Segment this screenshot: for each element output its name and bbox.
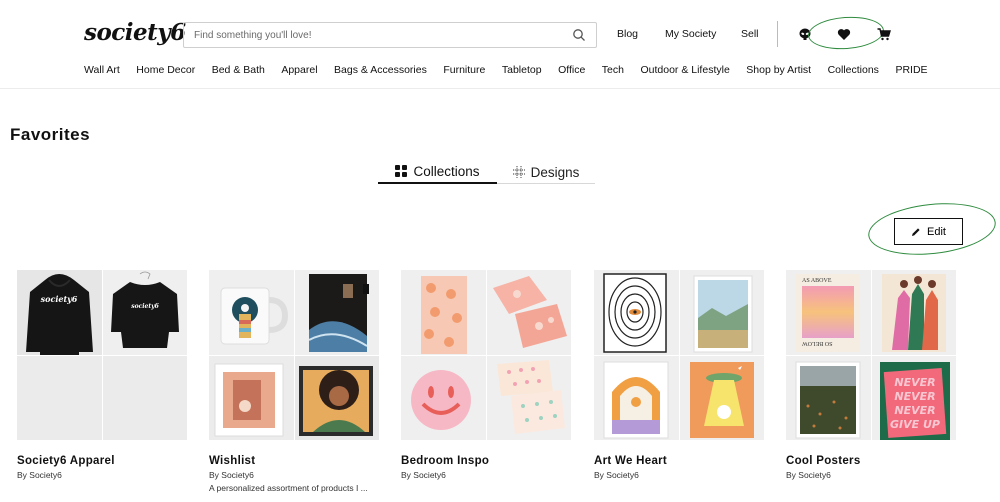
never-line-2: NEVER bbox=[894, 390, 935, 403]
sweatshirt-print: society6 bbox=[131, 303, 159, 310]
collection-author: By Society6 bbox=[209, 470, 254, 480]
header-divider bbox=[777, 21, 778, 47]
collection-thumbnail-grid[interactable] bbox=[209, 270, 380, 441]
nav-pride[interactable]: PRIDE bbox=[895, 64, 927, 76]
thumb-ufo-poster bbox=[679, 355, 765, 441]
thumb-never-give-up-poster: NEVER NEVER NEVER GIVE UP bbox=[871, 355, 957, 441]
nav-furniture[interactable]: Furniture bbox=[443, 64, 485, 76]
collection-author: By Society6 bbox=[786, 470, 831, 480]
search-input[interactable] bbox=[194, 29, 572, 41]
thumb-field-poster bbox=[786, 355, 872, 441]
search-icon[interactable] bbox=[572, 28, 586, 42]
thumb-pillows bbox=[486, 270, 572, 356]
nav-tech[interactable]: Tech bbox=[602, 64, 624, 76]
collection-thumbnail-grid[interactable] bbox=[401, 270, 572, 441]
nav-bags-accessories[interactable]: Bags & Accessories bbox=[334, 64, 427, 76]
favorites-tabs: Collections Designs bbox=[378, 160, 595, 184]
collection-card-art-we-heart[interactable]: Art We Heart By Society6 bbox=[594, 270, 765, 480]
cart-icon[interactable] bbox=[876, 26, 892, 42]
my-society-link[interactable]: My Society bbox=[665, 28, 716, 40]
thumb-mug bbox=[209, 270, 295, 356]
collection-author: By Society6 bbox=[401, 470, 446, 480]
thumb-empty-1 bbox=[17, 355, 103, 441]
poster-below-text: SO BELOW bbox=[802, 340, 833, 346]
tab-designs[interactable]: Designs bbox=[497, 160, 595, 184]
tab-designs-label: Designs bbox=[530, 164, 580, 180]
collection-thumbnail-grid[interactable]: AS ABOVE SO BELOW NEVER NEVER NEVER GIVE… bbox=[786, 270, 957, 441]
thumb-arch-print bbox=[209, 355, 295, 441]
grid-icon bbox=[395, 165, 408, 177]
nav-office[interactable]: Office bbox=[558, 64, 585, 76]
never-line-3: NEVER bbox=[894, 404, 935, 417]
thumb-pattern-pillows bbox=[486, 355, 572, 441]
hashtag-grid-icon bbox=[512, 166, 525, 178]
collection-name[interactable]: Art We Heart bbox=[594, 455, 765, 467]
collection-author: By Society6 bbox=[594, 470, 639, 480]
thumb-hoodie: society6 bbox=[17, 270, 103, 356]
collection-name[interactable]: Society6 Apparel bbox=[17, 455, 188, 467]
nav-tabletop[interactable]: Tabletop bbox=[502, 64, 542, 76]
thumb-sweatshirt: society6 bbox=[102, 270, 188, 356]
collection-card-bedroom-inspo[interactable]: Bedroom Inspo By Society6 bbox=[401, 270, 572, 480]
thumb-empty-2 bbox=[102, 355, 188, 441]
collection-name[interactable]: Wishlist bbox=[209, 455, 380, 467]
collection-thumbnail-grid[interactable] bbox=[594, 270, 765, 441]
nav-separator bbox=[0, 88, 1000, 89]
collection-card-wishlist[interactable]: Wishlist By Society6 A personalized asso… bbox=[209, 270, 380, 493]
give-up-line: GIVE UP bbox=[890, 418, 940, 431]
category-nav: Wall Art Home Decor Bed & Bath Apparel B… bbox=[84, 64, 944, 76]
thumb-eye-poster bbox=[594, 270, 680, 356]
nav-apparel[interactable]: Apparel bbox=[281, 64, 317, 76]
thumb-smiley-pillow bbox=[401, 355, 487, 441]
collection-name[interactable]: Bedroom Inspo bbox=[401, 455, 572, 467]
search-bar[interactable] bbox=[183, 22, 597, 48]
blog-link[interactable]: Blog bbox=[617, 28, 638, 40]
poster-above-text: AS ABOVE bbox=[802, 278, 832, 284]
never-line-1: NEVER bbox=[894, 376, 935, 389]
thumb-landscape-poster bbox=[679, 270, 765, 356]
collection-description: A personalized assortment of products I … bbox=[209, 483, 368, 493]
page: society6 Blog My Society Sell bbox=[0, 0, 1000, 502]
society6-logo[interactable]: society6 bbox=[84, 19, 186, 46]
thumb-space-poster bbox=[294, 270, 380, 356]
thumb-arch-illustration bbox=[594, 355, 680, 441]
page-title: Favorites bbox=[10, 125, 91, 144]
tab-collections[interactable]: Collections bbox=[378, 160, 497, 184]
thumb-duvet bbox=[401, 270, 487, 356]
collection-card-apparel[interactable]: society6 society6 Society6 Apparel By So… bbox=[17, 270, 188, 480]
nav-collections[interactable]: Collections bbox=[828, 64, 879, 76]
collection-author: By Society6 bbox=[17, 470, 62, 480]
heart-highlight-circle bbox=[806, 14, 886, 52]
collection-name[interactable]: Cool Posters bbox=[786, 455, 957, 467]
nav-shop-by-artist[interactable]: Shop by Artist bbox=[746, 64, 811, 76]
thumb-portrait-print bbox=[294, 355, 380, 441]
tab-collections-label: Collections bbox=[413, 163, 480, 179]
thumb-figures-poster bbox=[871, 270, 957, 356]
hoodie-print: society6 bbox=[41, 294, 78, 304]
collection-card-cool-posters[interactable]: AS ABOVE SO BELOW NEVER NEVER NEVER GIVE… bbox=[786, 270, 957, 480]
nav-home-decor[interactable]: Home Decor bbox=[136, 64, 195, 76]
nav-outdoor-lifestyle[interactable]: Outdoor & Lifestyle bbox=[640, 64, 729, 76]
sell-link[interactable]: Sell bbox=[741, 28, 759, 40]
nav-bed-bath[interactable]: Bed & Bath bbox=[212, 64, 265, 76]
edit-highlight-circle bbox=[865, 197, 999, 261]
collection-thumbnail-grid[interactable]: society6 society6 bbox=[17, 270, 188, 441]
thumb-as-above-poster: AS ABOVE SO BELOW bbox=[786, 270, 872, 356]
nav-wall-art[interactable]: Wall Art bbox=[84, 64, 120, 76]
